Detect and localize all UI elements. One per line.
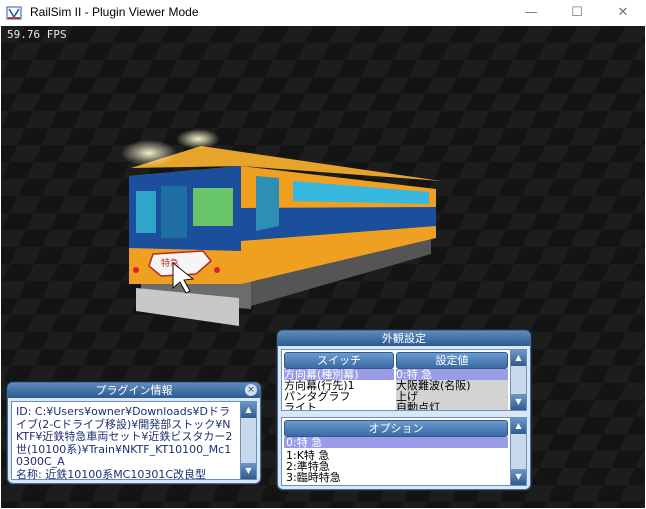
option-item[interactable]: 0:特 急: [284, 437, 508, 448]
switch-name[interactable]: ライト: [284, 402, 394, 410]
switch-value[interactable]: 自動点灯: [396, 402, 508, 410]
switch-name[interactable]: 方向幕(種別幕): [284, 369, 394, 380]
scroll-down-icon[interactable]: ▼: [511, 394, 526, 410]
maximize-button[interactable]: ☐: [554, 0, 600, 26]
switch-value[interactable]: 0:特 急: [396, 369, 508, 380]
switch-list[interactable]: スイッチ 設定値 方向幕(種別幕) 0:特 急 方向幕(行先)1 大阪難波(名阪…: [281, 349, 527, 411]
headlight-glow-right: [176, 129, 220, 149]
option-scrollbar[interactable]: ▲ ▼: [510, 418, 526, 485]
minimize-button[interactable]: —: [508, 0, 554, 26]
tail-light-right: [214, 267, 220, 273]
title-bar: RailSim II - Plugin Viewer Mode — ☐ ✕: [0, 0, 646, 27]
switch-name[interactable]: パンタグラフ: [284, 391, 394, 402]
option-item[interactable]: 1:K特 急: [284, 450, 508, 461]
option-item[interactable]: 3:臨時特急: [284, 472, 508, 483]
appearance-title[interactable]: 外観設定: [278, 331, 530, 346]
close-button[interactable]: ✕: [600, 0, 646, 26]
switch-value[interactable]: 上げ: [396, 391, 508, 402]
plugin-info-title[interactable]: プラグイン情報: [8, 383, 260, 398]
scroll-up-icon[interactable]: ▲: [241, 402, 256, 418]
appearance-panel: 外観設定 スイッチ 設定値 方向幕(種別幕) 0:特 急 方向幕(行先)1 大阪…: [277, 330, 531, 490]
close-icon[interactable]: ×: [245, 384, 257, 396]
switch-scrollbar[interactable]: ▲ ▼: [510, 350, 526, 410]
fps-counter: 59.76 FPS: [7, 28, 67, 41]
headlight-glow-left: [121, 140, 177, 166]
scroll-up-icon[interactable]: ▲: [511, 418, 526, 434]
option-items: 0:特 急 1:K特 急 2:準特急 3:臨時特急: [284, 437, 508, 485]
plugin-info-textbox[interactable]: ID: C:¥Users¥owner¥Downloads¥Dドライブ(2-Cドラ…: [11, 401, 257, 480]
window-title: RailSim II - Plugin Viewer Mode: [30, 5, 199, 19]
option-header[interactable]: オプション: [284, 420, 508, 437]
scroll-up-icon[interactable]: ▲: [511, 350, 526, 366]
plugin-info-scrollbar[interactable]: ▲ ▼: [240, 402, 256, 479]
plugin-info-text: ID: C:¥Users¥owner¥Downloads¥Dドライブ(2-Cドラ…: [16, 405, 233, 480]
option-item[interactable]: 2:準特急: [284, 461, 508, 472]
switch-column-header[interactable]: スイッチ: [284, 352, 394, 369]
scroll-down-icon[interactable]: ▼: [511, 469, 526, 485]
plugin-info-panel: プラグイン情報 × ID: C:¥Users¥owner¥Downloads¥D…: [7, 382, 261, 484]
value-column-header[interactable]: 設定値: [396, 352, 508, 369]
switch-name[interactable]: 方向幕(行先)1: [284, 380, 394, 391]
front-door-window: [161, 186, 187, 238]
option-list[interactable]: オプション 0:特 急 1:K特 急 2:準特急 3:臨時特急 ▲ ▼: [281, 417, 527, 486]
tail-light-left: [133, 267, 139, 273]
front-window-right: [193, 188, 233, 226]
front-window-left: [136, 191, 156, 233]
scroll-down-icon[interactable]: ▼: [241, 463, 256, 479]
side-door: [256, 176, 279, 231]
railsim-app-icon: [6, 6, 22, 20]
switch-value[interactable]: 大阪難波(名阪): [396, 380, 508, 391]
